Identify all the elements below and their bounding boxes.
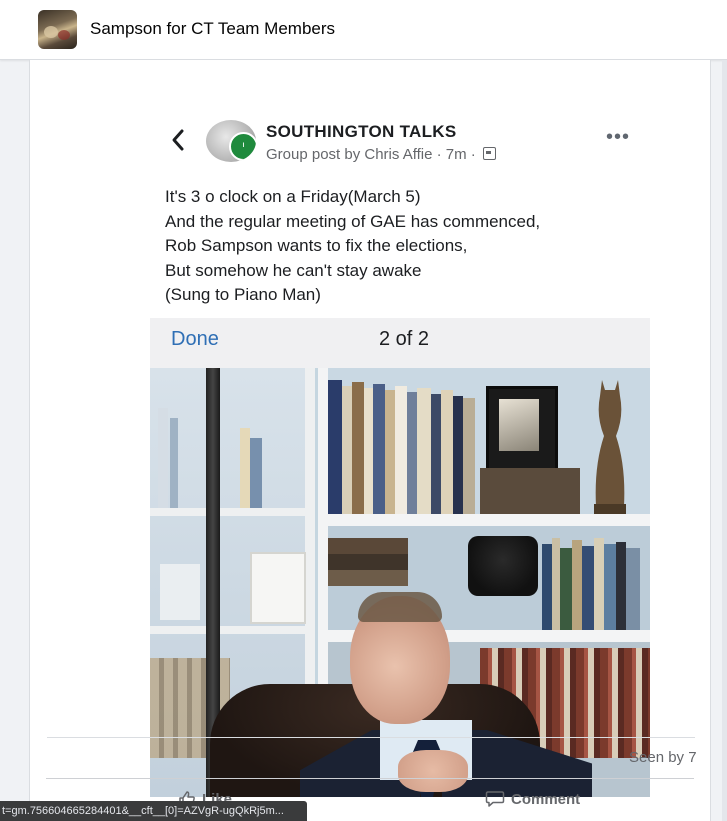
comment-label: Comment [511,790,581,808]
embedded-screenshot[interactable]: I VOTED SOUTHINGTON TALKS Group post by … [150,120,650,797]
photo-book [328,554,408,570]
embedded-meta-text: Group post by Chris Affie · 7m · [266,146,476,163]
group-privacy-icon [482,147,496,160]
cat-statue-icon [594,380,626,514]
photo-book [373,384,385,514]
post-line: Rob Sampson wants to fix the elections, [165,236,468,255]
status-url-tooltip: t=gm.756604665284401&__cft__[0]=AZVgR-ug… [0,801,307,821]
embedded-post-text: It's 3 o clock on a Friday(March 5) And … [165,185,635,308]
post-line: And the regular meeting of GAE has comme… [165,211,541,231]
photo-book [364,388,373,514]
photo-book [582,546,594,630]
post-card: I VOTED SOUTHINGTON TALKS Group post by … [29,60,711,821]
photo-book [463,398,475,514]
photo-book [158,408,168,508]
avatar-detail [58,30,70,40]
person-hair [358,592,442,622]
photo-book [395,386,407,514]
photo-book [572,540,582,630]
binoculars [468,536,538,596]
photo-book [560,548,572,630]
divider [47,737,695,738]
photo-book [626,548,640,630]
seen-by-count[interactable]: Seen by 7 [629,749,697,766]
more-options-icon: ••• [606,126,631,148]
photo-book [328,570,408,586]
photo-book [240,428,250,508]
photo-book [431,394,441,514]
embedded-group-name: SOUTHINGTON TALKS [266,122,457,141]
photo-book [328,380,342,514]
photo-book [407,392,417,514]
scrollbar-track[interactable] [722,60,727,821]
person-hand [398,750,468,792]
photo-box [480,468,580,514]
southington-talks-avatar: I VOTED [206,120,256,162]
office-photo [150,368,650,797]
photo-shelf [150,508,315,516]
embedded-post-meta: Group post by Chris Affie · 7m · [266,146,496,163]
photo-book [352,382,364,514]
comment-bubble-icon [485,791,505,807]
photo-frame-small [160,564,200,620]
group-title[interactable]: Sampson for CT Team Members [90,19,335,39]
photo-frame-small [250,552,306,624]
photo-book [328,538,408,554]
photo-book [604,544,616,630]
photo-book [552,538,560,630]
photo-book [441,390,453,514]
post-line: (Sung to Piano Man) [165,285,321,304]
photo-book [542,544,552,630]
post-line: But somehow he can't stay awake [165,260,422,280]
photo-book [250,438,262,508]
photo-book [342,386,352,514]
group-header-bar: Sampson for CT Team Members [0,0,727,60]
photo-book [417,388,431,514]
back-chevron-icon [172,129,184,151]
done-button: Done [171,328,219,350]
photo-book [385,390,395,514]
i-voted-badge: I VOTED [229,132,256,161]
photo-frame [486,386,558,472]
group-avatar[interactable] [38,10,77,49]
photo-frame-picture [499,399,539,451]
photo-book [453,396,463,514]
photo-shelf [150,626,315,634]
post-line: It's 3 o clock on a Friday(March 5) [165,187,421,206]
comment-button[interactable]: Comment [485,790,580,808]
photo-book [594,538,604,630]
photo-viewer-bar: Done 2 of 2 [150,318,650,368]
avatar-detail [44,26,58,38]
photo-book [170,418,178,508]
photo-book [616,542,626,630]
page-counter: 2 of 2 [379,328,430,350]
actions-divider [46,778,694,779]
